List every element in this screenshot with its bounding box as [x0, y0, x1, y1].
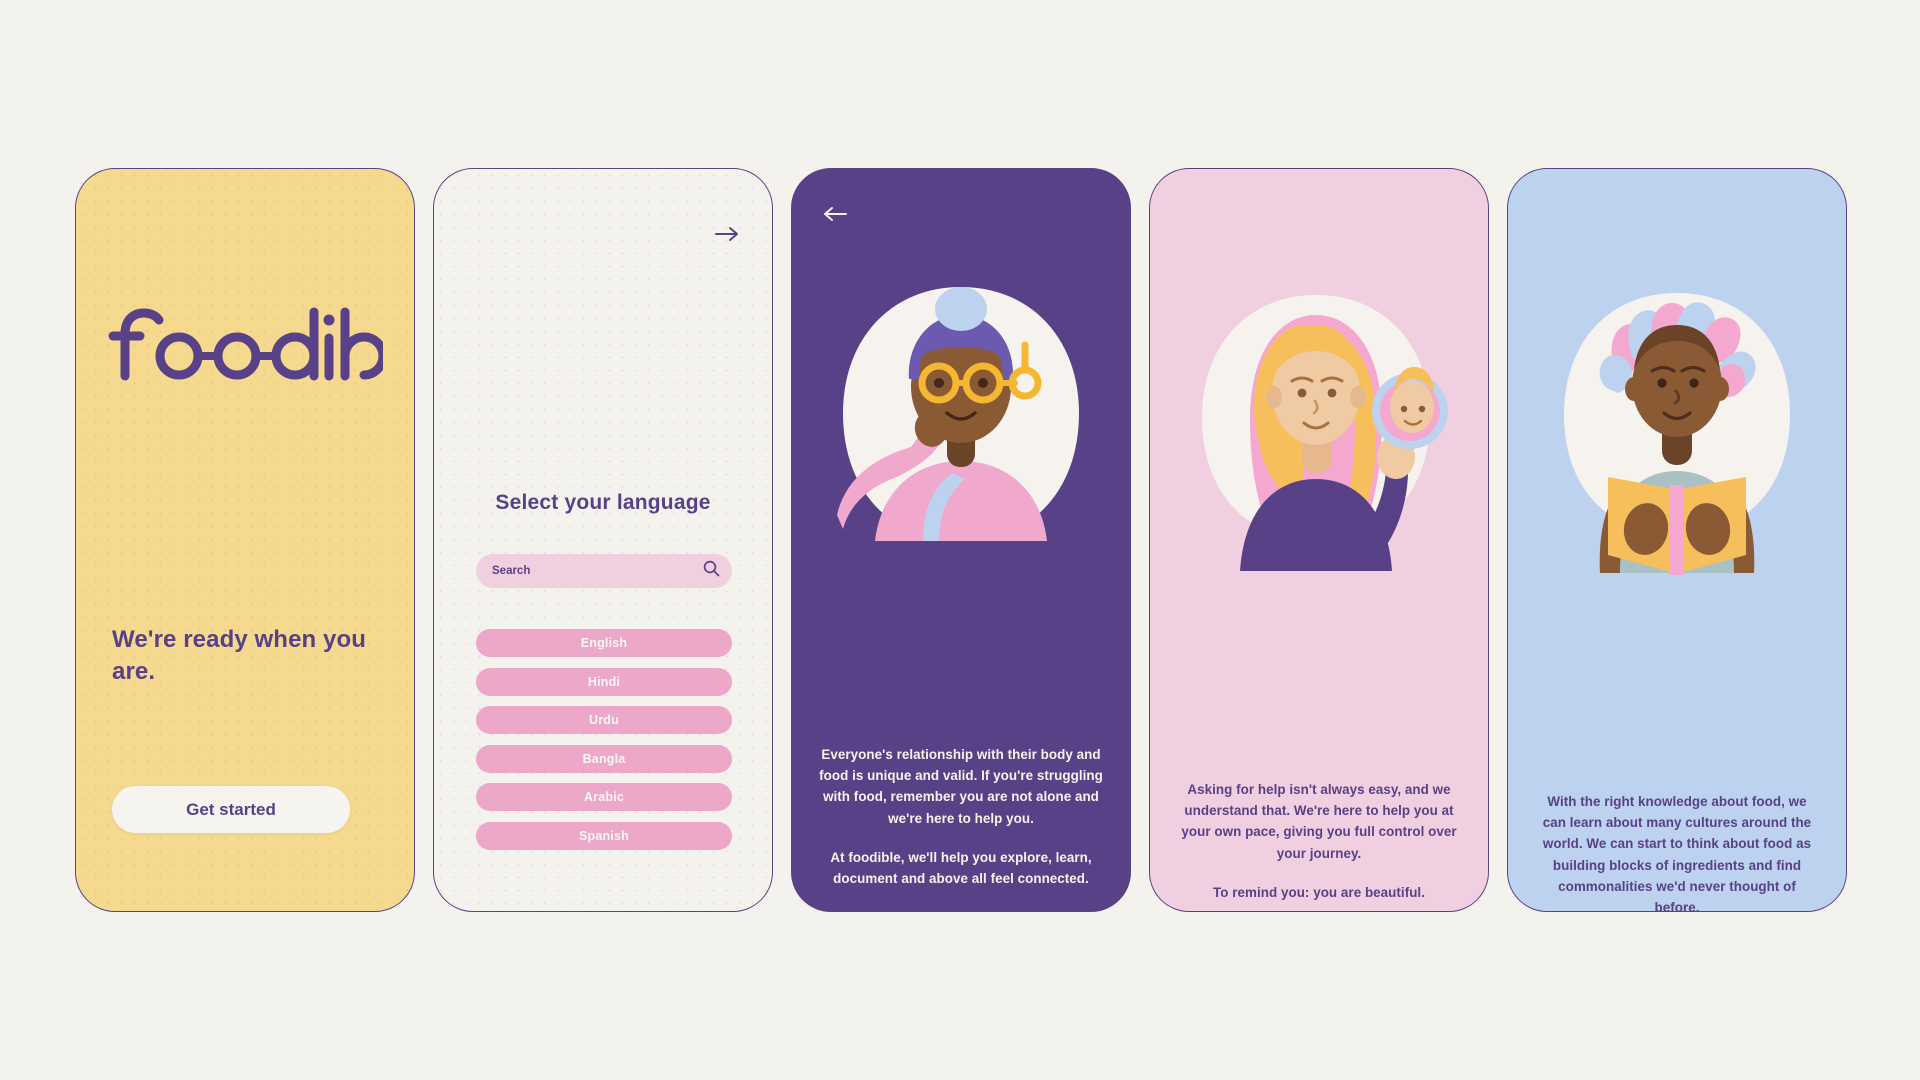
arrow-right-icon[interactable]	[710, 217, 744, 251]
onboarding-copy-3: With the right knowledge about food, we …	[1534, 791, 1820, 912]
onboarding-paragraph: With the right knowledge about food, we …	[1542, 794, 1812, 912]
splash-tagline: We're ready when you are.	[112, 626, 367, 685]
language-title: Select your language	[495, 491, 711, 514]
onboarding-slide-1: Everyone's relationship with their body …	[791, 168, 1131, 912]
search-input[interactable]	[492, 565, 703, 577]
screens-stage: We're ready when you are. Get started Se…	[0, 0, 1920, 1080]
reminder-suffix: .	[1421, 884, 1425, 900]
onboarding-copy-2: Asking for help isn't always easy, and w…	[1176, 779, 1462, 903]
person-reading-book-illustration	[1508, 279, 1846, 579]
language-option-bangla[interactable]: Bangla	[476, 744, 732, 773]
language-option-spanish[interactable]: Spanish	[476, 821, 732, 850]
onboarding-paragraph: At foodible, we'll help you explore, lea…	[830, 849, 1092, 886]
language-option-english[interactable]: English	[476, 629, 732, 657]
foodible-logo	[76, 304, 414, 382]
language-option-list: English Hindi Urdu Bangla Arabic Spanish	[476, 629, 732, 850]
onboarding-paragraph: Everyone's relationship with their body …	[819, 747, 1103, 826]
language-option-arabic[interactable]: Arabic	[476, 783, 732, 811]
onboarding-paragraph-reminder: To remind you: you are beautiful.	[1176, 882, 1462, 903]
search-field[interactable]	[476, 554, 732, 588]
arrow-left-icon[interactable]	[818, 197, 852, 231]
language-select-screen: Select your language English Hindi Urdu …	[433, 168, 773, 912]
language-option-urdu[interactable]: Urdu	[476, 706, 732, 734]
woman-with-glasses-illustration	[792, 279, 1130, 579]
get-started-button[interactable]: Get started	[112, 786, 350, 833]
search-icon[interactable]	[703, 560, 720, 582]
onboarding-slide-3: With the right knowledge about food, we …	[1507, 168, 1847, 912]
splash-screen: We're ready when you are. Get started	[75, 168, 415, 912]
onboarding-paragraph: Asking for help isn't always easy, and w…	[1181, 782, 1457, 861]
reminder-emphasis: you are beautiful	[1313, 884, 1422, 900]
onboarding-slide-2: Asking for help isn't always easy, and w…	[1149, 168, 1489, 912]
language-option-hindi[interactable]: Hindi	[476, 667, 732, 696]
woman-with-mirror-illustration	[1150, 289, 1488, 579]
onboarding-copy-1: Everyone's relationship with their body …	[818, 744, 1104, 889]
reminder-prefix: To remind you:	[1213, 884, 1314, 900]
